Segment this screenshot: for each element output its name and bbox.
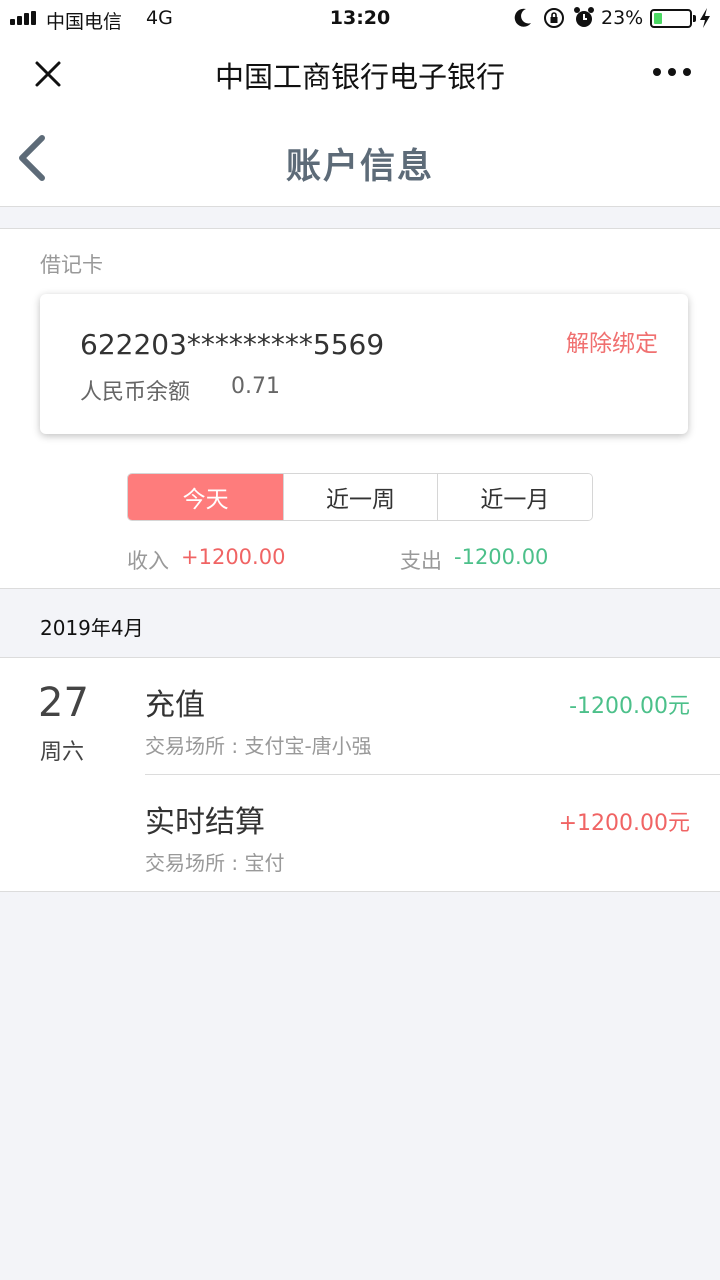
expense-label: 支出 (400, 549, 442, 573)
balance-value: 0.71 (231, 374, 280, 399)
period-selector: 今天 近一周 近一月 (127, 473, 593, 521)
card-type-label: 借记卡 (40, 253, 103, 277)
nav-title: 中国工商银行电子银行 (214, 60, 505, 94)
account-section: 借记卡 622203*********5569 解除绑定 人民币余额 0.71 … (0, 228, 720, 589)
month-label: 2019年4月 (40, 616, 144, 640)
transaction-amount: +1200.00元 (558, 811, 690, 836)
transaction-place: 交易场所 : 宝付 (145, 851, 285, 875)
day-weekday: 周六 (40, 740, 85, 765)
expense-value: -1200.00 (454, 545, 549, 569)
transaction-row[interactable]: 充值 交易场所 : 支付宝-唐小强 -1200.00元 (145, 658, 720, 775)
transaction-list: 27 周六 充值 交易场所 : 支付宝-唐小强 -1200.00元 实时结算 交… (0, 657, 720, 892)
day-number: 27 (38, 680, 89, 726)
transaction-amount: -1200.00元 (569, 694, 690, 719)
tab-today[interactable]: 今天 (128, 474, 284, 520)
alarm-icon (573, 6, 595, 35)
rotation-lock-icon (542, 6, 566, 35)
status-bar: 中国电信 4G 13:20 23% (0, 0, 720, 36)
battery-percent: 23% (601, 7, 644, 29)
nav-bar: 中国工商银行电子银行 (0, 36, 720, 110)
more-options-icon[interactable] (648, 60, 696, 84)
balance-label: 人民币余额 (80, 380, 191, 405)
page-header: 账户信息 (0, 110, 720, 207)
card-number: 622203*********5569 (80, 328, 385, 361)
income-value: +1200.00 (181, 545, 286, 569)
moon-icon (512, 6, 534, 35)
tab-last-month[interactable]: 近一月 (436, 474, 592, 520)
battery-icon (650, 9, 696, 28)
page-title: 账户信息 (285, 147, 434, 187)
income-label: 收入 (127, 549, 169, 573)
bank-card: 622203*********5569 解除绑定 人民币余额 0.71 (40, 294, 688, 434)
tab-last-week[interactable]: 近一周 (283, 474, 437, 520)
transaction-name: 充值 (145, 688, 205, 723)
transaction-name: 实时结算 (145, 805, 265, 840)
unbind-button[interactable]: 解除绑定 (566, 324, 658, 358)
charging-bolt-icon (698, 6, 712, 35)
transaction-place: 交易场所 : 支付宝-唐小强 (145, 734, 372, 758)
transaction-row[interactable]: 实时结算 交易场所 : 宝付 +1200.00元 (145, 775, 720, 892)
month-header: 2019年4月 (0, 590, 720, 657)
